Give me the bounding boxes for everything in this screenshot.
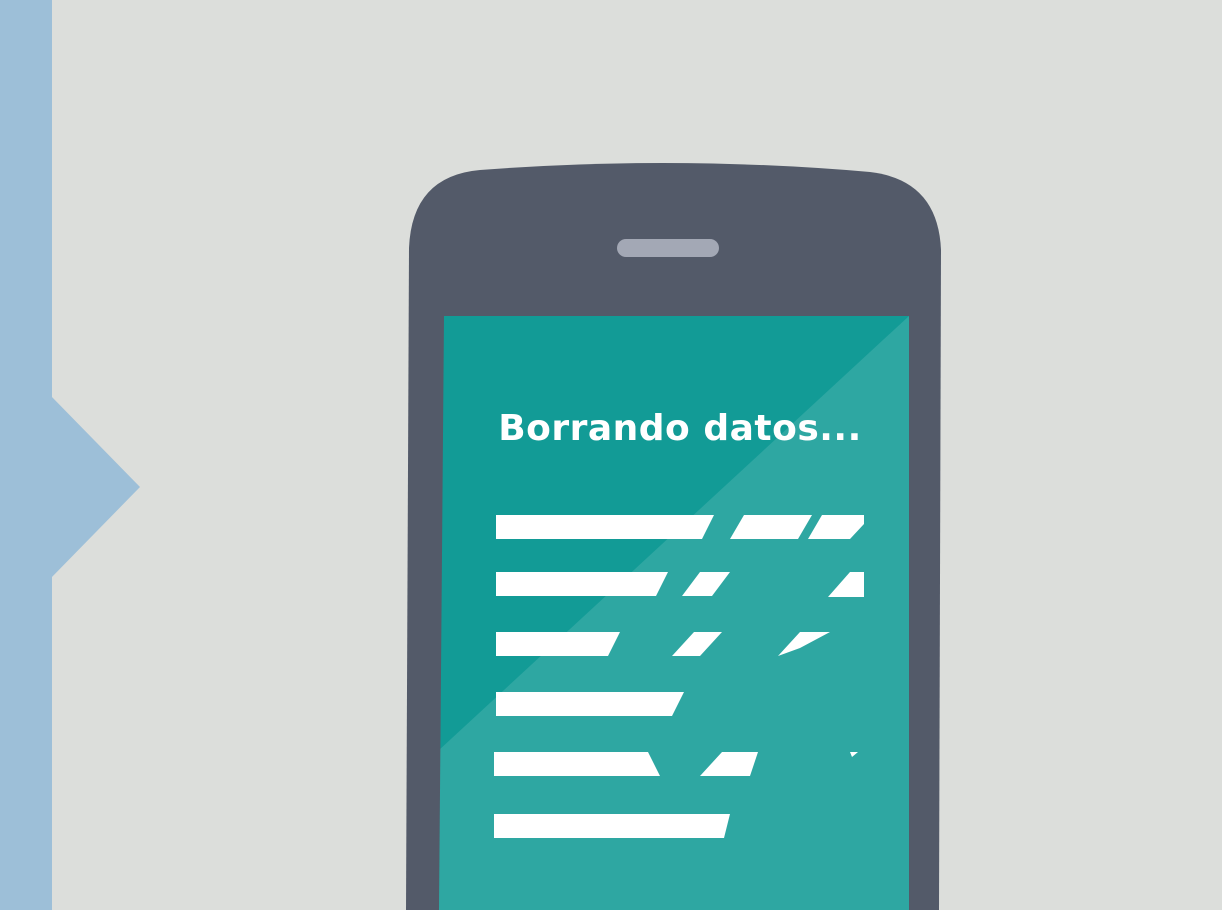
data-line	[496, 515, 714, 539]
data-line-fragment	[730, 515, 812, 539]
smartphone-icon	[406, 162, 941, 910]
data-line	[496, 572, 668, 596]
data-line	[494, 752, 660, 776]
data-line	[494, 814, 730, 838]
screen-title: Borrando datos...	[498, 408, 862, 449]
earpiece-speaker-icon	[617, 239, 719, 257]
data-line	[496, 632, 620, 656]
illustration-scene: Borrando datos...	[0, 0, 1222, 910]
data-line	[496, 692, 684, 716]
